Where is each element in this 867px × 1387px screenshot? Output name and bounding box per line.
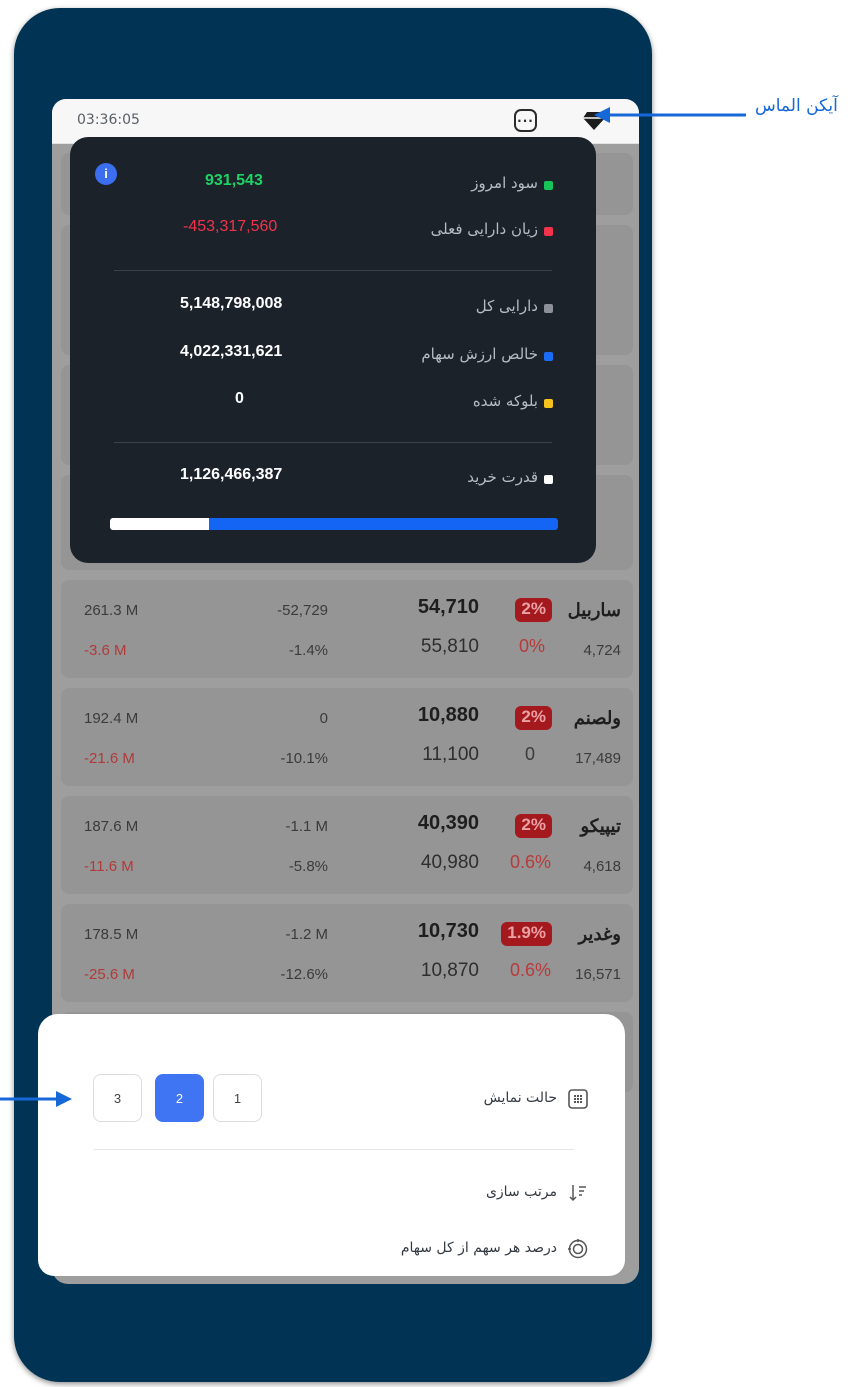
sort-item[interactable]: مرتب سازی xyxy=(325,1178,625,1208)
display-mode-option-2[interactable]: 2 xyxy=(155,1074,204,1122)
grid-icon xyxy=(567,1088,589,1110)
popup-divider xyxy=(114,270,552,271)
summary-row-blocked: بلوکه شده 0 xyxy=(70,388,596,416)
stock-price-badge: 2% xyxy=(515,814,552,838)
stock-row[interactable]: 192.4 M -21.6 M 0 -10.1% 10,880 2% 11,10… xyxy=(61,688,633,786)
summary-label: بلوکه شده xyxy=(472,392,538,410)
display-mode-item[interactable]: حالت نمایش xyxy=(325,1084,625,1114)
stock-close-percent: 0 xyxy=(524,744,535,764)
stock-symbol: تیپیکو xyxy=(580,816,621,836)
display-mode-label: حالت نمایش xyxy=(483,1090,557,1106)
legend-dot xyxy=(544,227,553,236)
legend-dot xyxy=(544,304,553,313)
display-mode-option-1[interactable]: 1 xyxy=(213,1074,262,1122)
stock-symbol: وغدیر xyxy=(578,924,622,944)
portfolio-summary-popup: i سود امروز 931,543 زیان دارایی فعلی -45… xyxy=(70,137,596,563)
summary-value: 0 xyxy=(235,390,244,407)
summary-value: 1,126,466,387 xyxy=(180,466,283,483)
stock-close-percent: 0% xyxy=(518,636,545,656)
stock-close-price: 40,980 xyxy=(420,852,479,873)
target-icon xyxy=(567,1238,589,1260)
legend-dot xyxy=(544,181,553,190)
stock-count: 17,489 xyxy=(575,750,621,767)
diamond-annotation-arrow xyxy=(594,107,746,123)
clock-time: 03:36:05 xyxy=(77,112,140,128)
summary-label: سود امروز xyxy=(471,174,538,192)
summary-value: 5,148,798,008 xyxy=(180,295,283,312)
stock-price-badge: 2% xyxy=(515,706,552,730)
summary-label: زیان دارایی فعلی xyxy=(430,220,538,238)
stock-volume: 261.3 M xyxy=(84,602,139,619)
stock-change-percent: -10.1% xyxy=(280,750,328,767)
summary-row-current-loss: زیان دارایی فعلی -453,317,560 xyxy=(70,216,596,244)
stock-volume: 192.4 M xyxy=(84,710,139,727)
popup-divider xyxy=(114,442,552,443)
stock-volume: 187.6 M xyxy=(84,818,139,835)
stock-profit-loss: -25.6 M xyxy=(84,966,135,983)
stock-close-percent: 0.6% xyxy=(509,852,551,872)
stock-change-percent: -1.4% xyxy=(288,642,328,659)
stock-change-percent: -12.6% xyxy=(280,966,328,983)
buying-power-bar xyxy=(110,518,558,530)
summary-value: 931,543 xyxy=(205,172,263,189)
display-mode-option-3[interactable]: 3 xyxy=(93,1074,142,1122)
summary-row-net-stock-value: خالص ارزش سهام 4,022,331,621 xyxy=(70,341,596,369)
sort-label: مرتب سازی xyxy=(485,1184,557,1200)
stock-price: 10,730 xyxy=(417,920,479,942)
stock-count: 4,618 xyxy=(583,858,621,875)
stock-profit-loss: -11.6 M xyxy=(84,858,134,875)
sheet-divider xyxy=(94,1149,574,1150)
legend-dot xyxy=(544,399,553,408)
legend-dot xyxy=(544,475,553,484)
percentage-item[interactable]: درصد هر سهم از کل سهام xyxy=(325,1234,625,1264)
summary-value: -453,317,560 xyxy=(183,218,278,235)
percentage-label: درصد هر سهم از کل سهام xyxy=(400,1240,557,1256)
more-horizontal-icon[interactable]: ··· xyxy=(514,109,537,132)
stock-symbol: ساربیل xyxy=(567,600,621,620)
diamond-annotation-label: آیکن الماس xyxy=(755,96,838,116)
stock-row[interactable]: 187.6 M -11.6 M -1.1 M -5.8% 40,390 2% 4… xyxy=(61,796,633,894)
summary-label: قدرت خرید xyxy=(467,468,538,486)
stock-change: -1.1 M xyxy=(285,818,328,835)
legend-dot xyxy=(544,352,553,361)
stock-row[interactable]: 178.5 M -25.6 M -1.2 M -12.6% 10,730 1.9… xyxy=(61,904,633,1002)
stock-profit-loss: -21.6 M xyxy=(84,750,135,767)
stock-count: 16,571 xyxy=(575,966,621,983)
summary-label: خالص ارزش سهام xyxy=(421,345,538,363)
stock-close-price: 55,810 xyxy=(420,636,479,657)
stock-close-price: 10,870 xyxy=(420,960,479,981)
stock-close-percent: 0.6% xyxy=(509,960,551,980)
stock-price: 54,710 xyxy=(417,596,479,618)
stock-change: 0 xyxy=(319,710,328,727)
stock-close-price: 11,100 xyxy=(422,744,479,765)
stock-price-badge: 1.9% xyxy=(501,922,552,946)
stock-change: -1.2 M xyxy=(285,926,328,943)
summary-row-total-assets: دارایی کل 5,148,798,008 xyxy=(70,293,596,321)
stock-price: 40,390 xyxy=(417,812,479,834)
stock-price-badge: 2% xyxy=(515,598,552,622)
stock-symbol: ولصنم xyxy=(573,708,621,728)
summary-row-buying-power: قدرت خرید 1,126,466,387 xyxy=(70,464,596,492)
stock-volume: 178.5 M xyxy=(84,926,139,943)
summary-value: 4,022,331,621 xyxy=(180,343,283,360)
stock-change-percent: -5.8% xyxy=(288,858,328,875)
bottom-sheet: 3 2 1 حالت نمایش مرتب سازی درصد هر سهم ا… xyxy=(38,1014,625,1276)
sort-icon xyxy=(567,1182,589,1204)
stock-profit-loss: -3.6 M xyxy=(84,642,127,659)
stock-row[interactable]: 261.3 M -3.6 M -52,729 -1.4% 54,710 2% 5… xyxy=(61,580,633,678)
stock-price: 10,880 xyxy=(417,704,479,726)
summary-label: دارایی کل xyxy=(475,297,538,315)
stock-change: -52,729 xyxy=(277,602,328,619)
summary-row-today-profit: سود امروز 931,543 xyxy=(70,170,596,198)
buying-power-fill xyxy=(110,518,209,530)
display-mode-annotation-arrow xyxy=(0,1091,72,1107)
stock-count: 4,724 xyxy=(583,642,621,659)
